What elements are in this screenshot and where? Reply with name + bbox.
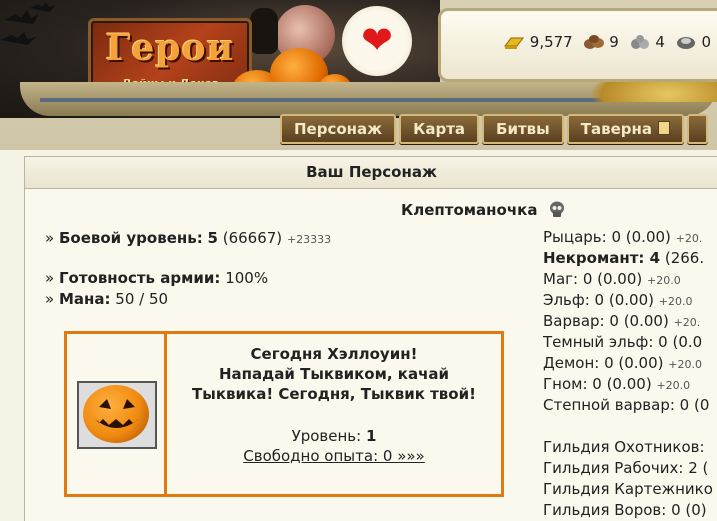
faction-row: Степной варвар: 0 (0 [543, 396, 710, 414]
faction-row: Демон: 0 (0.00) +20.0 [543, 354, 702, 372]
gold-icon [504, 37, 524, 49]
event-line: Тыквика! Сегодня, Тыквик твой! [192, 385, 476, 403]
stat-label: Боевой уровень: [58, 229, 203, 247]
stat-value: 5 [207, 229, 218, 247]
nav-item-map[interactable]: Карта [399, 114, 480, 144]
stat-mana: » Мана: 50 / 50 [45, 290, 169, 308]
faction-row: Маг: 0 (0.00) +20.0 [543, 270, 681, 288]
heart-icon: ❤ [361, 18, 393, 62]
resource-value: 4 [655, 33, 665, 51]
resource-value: 0 [701, 33, 712, 51]
stat-combat-level: » Боевой уровень: 5 (66667) +23333 [45, 229, 332, 247]
resources-list: 9,577 9 4 0 [503, 33, 716, 51]
event-line: Нападай Тыквиком, качай [218, 365, 449, 383]
mercury-icon [676, 37, 695, 49]
game-header: Герои Войны и Денег ❤ 9,577 9 [0, 0, 717, 150]
guild-row: Гильдия Воров: 0 (0) [543, 501, 707, 519]
halloween-event-box: Сегодня Хэллоуин! Нападай Тыквиком, кача… [64, 331, 504, 497]
ore-icon [630, 35, 649, 49]
jack-o-lantern-face [95, 399, 139, 428]
character-name-row: Клептоманочка [401, 201, 565, 219]
skull-icon [549, 201, 564, 217]
main-nav: Персонаж Карта Битвы Таверна [280, 114, 711, 144]
event-line: Сегодня Хэллоуин! [250, 345, 418, 363]
stat-value: 50 / 50 [115, 290, 169, 308]
nav-item-tavern[interactable]: Таверна [566, 114, 684, 144]
free-exp-link[interactable]: Свободно опыта: 0 »»» [243, 447, 424, 465]
resource-wood: 9 [583, 33, 619, 51]
event-level: Уровень: 1 [167, 427, 501, 445]
stat-value: 100% [225, 269, 269, 287]
faction-row: Эльф: 0 (0.00) +20.0 [543, 291, 693, 309]
card-icon [657, 121, 670, 135]
faction-row: Рыцарь: 0 (0.00) +20. [543, 228, 703, 246]
character-name[interactable]: Клептоманочка [401, 201, 537, 219]
page-title: Ваш Персонаж [25, 157, 717, 189]
nav-item-label: Таверна [580, 120, 652, 138]
wood-icon [583, 35, 604, 49]
health-indicator[interactable]: ❤ [342, 6, 412, 76]
stat-delta: +23333 [286, 233, 332, 246]
owl-decoration [250, 8, 278, 54]
resource-gold: 9,577 [503, 33, 573, 51]
guild-row: Гильдия Рабочих: 2 ( [543, 459, 709, 477]
faction-row: Варвар: 0 (0.00) +20. [543, 312, 701, 330]
bats-decoration [0, 2, 55, 45]
event-message: Сегодня Хэллоуин! Нападай Тыквиком, кача… [167, 344, 501, 404]
nav-item-battles[interactable]: Битвы [482, 114, 564, 144]
resource-value: 9,577 [529, 33, 573, 51]
faction-row: Темный эльф: 0 (0.0 [543, 333, 703, 351]
event-level-value: 1 [365, 427, 377, 445]
event-image[interactable] [77, 381, 157, 449]
character-panel: Ваш Персонаж Клептоманочка » Боевой уров… [24, 156, 717, 521]
stat-label: Готовность армии: [58, 269, 221, 287]
nav-item-more[interactable] [686, 114, 709, 144]
resource-ore: 4 [629, 33, 665, 51]
guild-row: Гильдия Картежнико [543, 480, 713, 498]
guild-row: Гильдия Охотников: [543, 438, 705, 456]
faction-row: Некромант: 4 (266. [543, 249, 705, 267]
stat-exp: (66667) [222, 229, 283, 247]
nav-item-character[interactable]: Персонаж [280, 114, 397, 144]
event-exp: Свободно опыта: 0 »»» [167, 447, 501, 465]
resources-panel: 9,577 9 4 0 [438, 8, 717, 82]
faction-row: Гном: 0 (0.00) +20.0 [543, 375, 691, 393]
pumpkin-icon [83, 385, 149, 443]
stat-label: Мана: [58, 290, 111, 308]
resource-value: 9 [609, 33, 619, 51]
resource-mercury: 0 [675, 33, 711, 51]
stat-army-readiness: » Готовность армии: 100% [45, 269, 269, 287]
event-level-label: Уровень: [291, 427, 362, 445]
logo-title: Герои [105, 27, 235, 69]
